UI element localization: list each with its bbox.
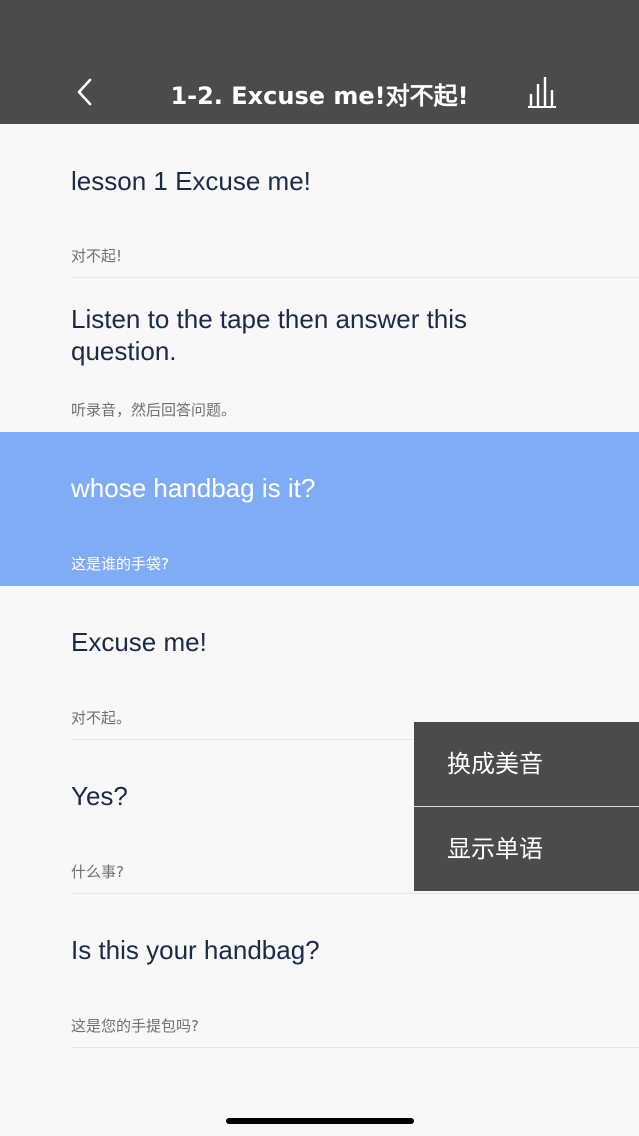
back-button[interactable] — [60, 70, 110, 118]
top-bar: 1-2. Excuse me!对不起! — [0, 0, 639, 124]
home-indicator[interactable] — [226, 1118, 414, 1124]
sentence-item[interactable]: lesson 1 Excuse me! 对不起! — [0, 124, 639, 278]
sentence-english: lesson 1 Excuse me! — [71, 166, 311, 196]
sentence-item[interactable]: Listen to the tape then answer this ques… — [0, 278, 639, 432]
divider — [71, 1047, 639, 1048]
sentence-english: Is this your handbag? — [71, 935, 320, 965]
audio-bars-icon — [528, 76, 558, 113]
chevron-left-icon — [75, 77, 95, 112]
sentence-item[interactable]: Is this your handbag? 这是您的手提包吗? — [0, 894, 639, 1048]
options-popup-menu: 换成美音 显示单语 — [414, 722, 639, 891]
sentence-chinese: 什么事? — [71, 863, 124, 881]
sentence-chinese: 听录音，然后回答问题。 — [71, 401, 237, 419]
page-title: 1-2. Excuse me!对不起! — [170, 82, 469, 110]
sentence-chinese: 对不起。 — [71, 709, 132, 727]
sentence-item-active[interactable]: whose handbag is it? 这是谁的手袋? — [0, 432, 639, 586]
sentence-english: Listen to the tape then answer this ques… — [71, 304, 468, 366]
sentence-item[interactable]: Excuse me! 对不起。 — [0, 586, 639, 740]
show-words-option[interactable]: 显示单语 — [414, 807, 639, 891]
sentence-chinese: 这是您的手提包吗? — [71, 1017, 199, 1035]
sentence-english: Excuse me! — [71, 627, 207, 657]
sentence-chinese: 这是谁的手袋? — [71, 555, 169, 573]
sentence-list: lesson 1 Excuse me! 对不起! Listen to the t… — [0, 124, 639, 1048]
sentence-english: whose handbag is it? — [71, 473, 316, 503]
audio-menu-button[interactable] — [520, 70, 566, 118]
switch-american-accent-option[interactable]: 换成美音 — [414, 722, 639, 806]
sentence-chinese: 对不起! — [71, 247, 123, 265]
